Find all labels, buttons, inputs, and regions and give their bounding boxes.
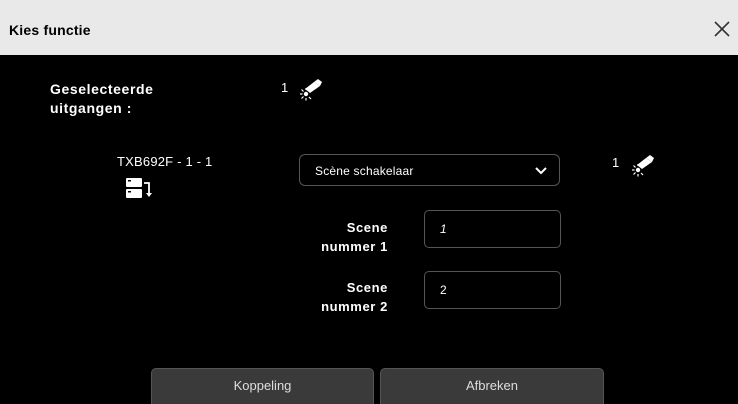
scene-number-2-label: Scene nummer 2 (288, 278, 388, 316)
selected-outputs-label: Geselecteerde uitgangen : (50, 80, 210, 118)
scene-number-1-label: Scene nummer 1 (288, 218, 388, 256)
scene-number-1-label-line2: nummer 1 (321, 239, 388, 254)
device-output-count: 1 (612, 155, 620, 170)
module-link-icon (126, 178, 152, 198)
scene-number-2-label-line2: nummer 2 (321, 299, 388, 314)
light-bulb-icon (632, 155, 654, 177)
link-button[interactable]: Koppeling (151, 368, 374, 404)
scene-number-1-label-line1: Scene (346, 220, 388, 235)
scene-number-2-label-line1: Scene (346, 280, 388, 295)
scene-number-2-input[interactable] (424, 271, 561, 309)
cancel-button[interactable]: Afbreken (380, 368, 604, 404)
light-bulb-icon (300, 79, 322, 101)
selected-outputs-count: 1 (281, 80, 289, 95)
device-label: TXB692F - 1 - 1 (117, 154, 213, 169)
dialog-titlebar: Kies functie (0, 0, 738, 55)
dialog-title: Kies functie (9, 22, 91, 38)
selected-outputs-label-line2: uitgangen : (50, 100, 133, 116)
selected-outputs-label-line1: Geselecteerde (50, 81, 154, 97)
close-icon[interactable] (710, 17, 734, 41)
chevron-down-icon (535, 167, 547, 175)
scene-number-1-input[interactable] (424, 210, 561, 248)
function-select[interactable]: Scène schakelaar (299, 154, 560, 186)
function-select-value: Scène schakelaar (315, 164, 414, 178)
